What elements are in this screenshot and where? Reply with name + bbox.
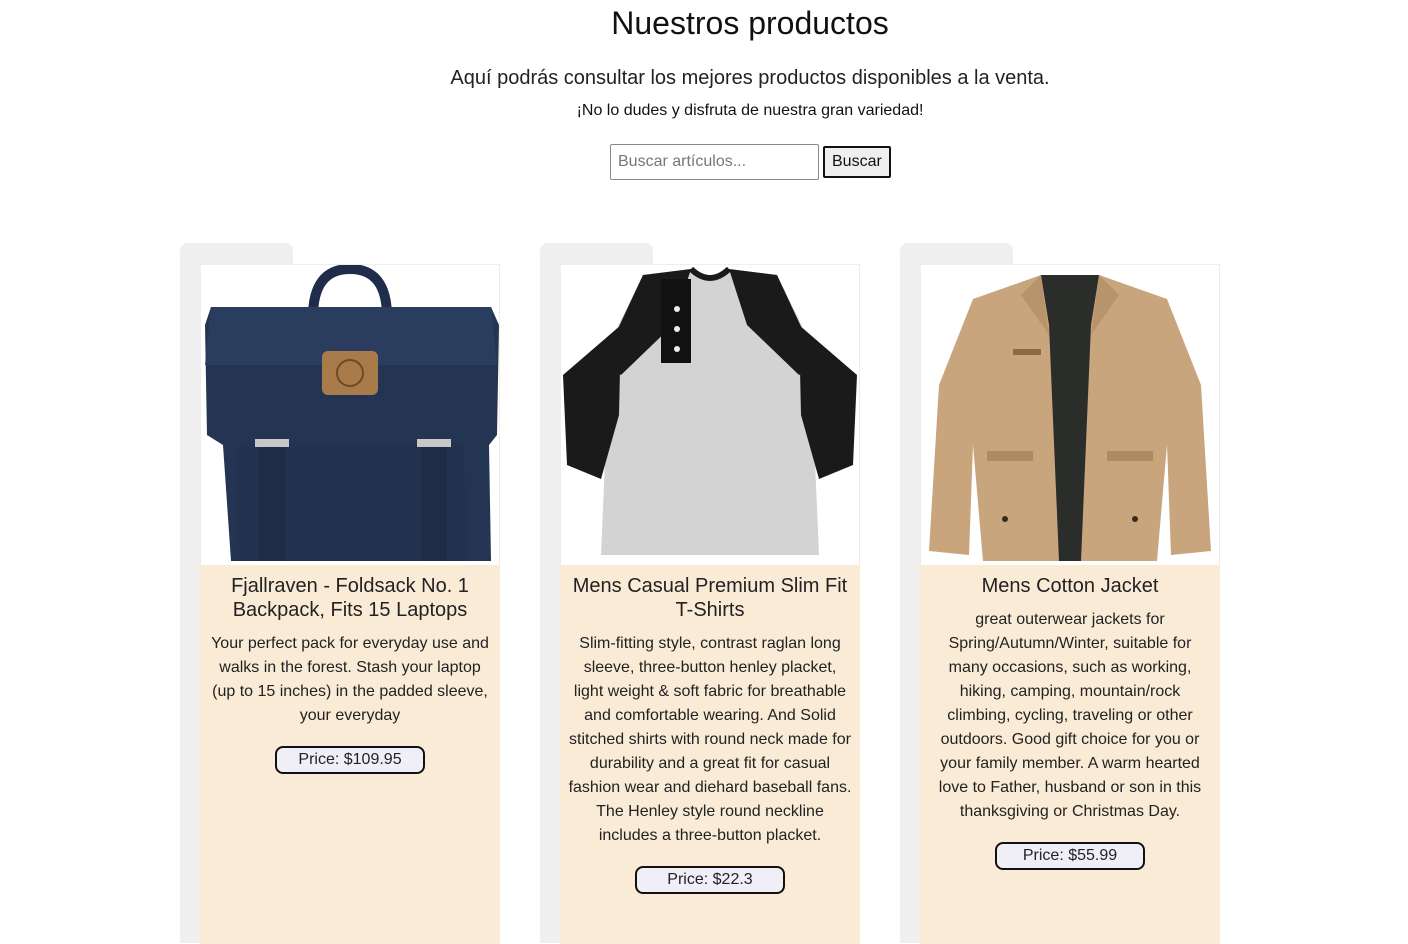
product-title: Mens Casual Premium Slim Fit T-Shirts — [572, 575, 848, 621]
backpack-image — [200, 264, 499, 565]
product-card: Mens Casual Premium Slim Fit T-Shirts Sl… — [560, 264, 860, 944]
jacket-image — [920, 264, 1219, 565]
product-card: Mens Cotton Jacket great outerwear jacke… — [920, 264, 1220, 944]
card-side — [180, 263, 200, 943]
product-description: Slim-fitting style, contrast raglan long… — [568, 635, 852, 844]
card-side — [540, 263, 560, 943]
product-title: Fjallraven - Foldsack No. 1 Backpack, Fi… — [231, 575, 469, 621]
search-input[interactable] — [610, 144, 819, 180]
product-card: Fjallraven - Foldsack No. 1 Backpack, Fi… — [200, 264, 500, 944]
price-badge[interactable]: Price: $55.99 — [995, 842, 1145, 870]
search-button[interactable]: Buscar — [823, 146, 891, 178]
product-card-backpack: Fjallraven - Foldsack No. 1 Backpack, Fi… — [180, 243, 500, 944]
product-card-tshirt: Mens Casual Premium Slim Fit T-Shirts Sl… — [540, 243, 860, 944]
page-tagline: ¡No lo dudes y disfruta de nuestra gran … — [576, 102, 924, 119]
product-description: great outerwear jackets for Spring/Autum… — [938, 611, 1202, 820]
price-badge[interactable]: Price: $22.3 — [635, 866, 785, 894]
card-side — [900, 263, 920, 943]
page-title: Nuestros productos — [611, 5, 889, 41]
page-subtitle: Aquí podrás consultar los mejores produc… — [450, 67, 1050, 89]
product-title: Mens Cotton Jacket — [981, 575, 1159, 597]
search-bar: Buscar — [610, 144, 891, 180]
tshirt-image — [560, 264, 859, 565]
price-badge[interactable]: Price: $109.95 — [275, 746, 425, 774]
product-description: Your perfect pack for everyday use and w… — [211, 635, 489, 724]
product-card-jacket: Mens Cotton Jacket great outerwear jacke… — [900, 243, 1220, 944]
